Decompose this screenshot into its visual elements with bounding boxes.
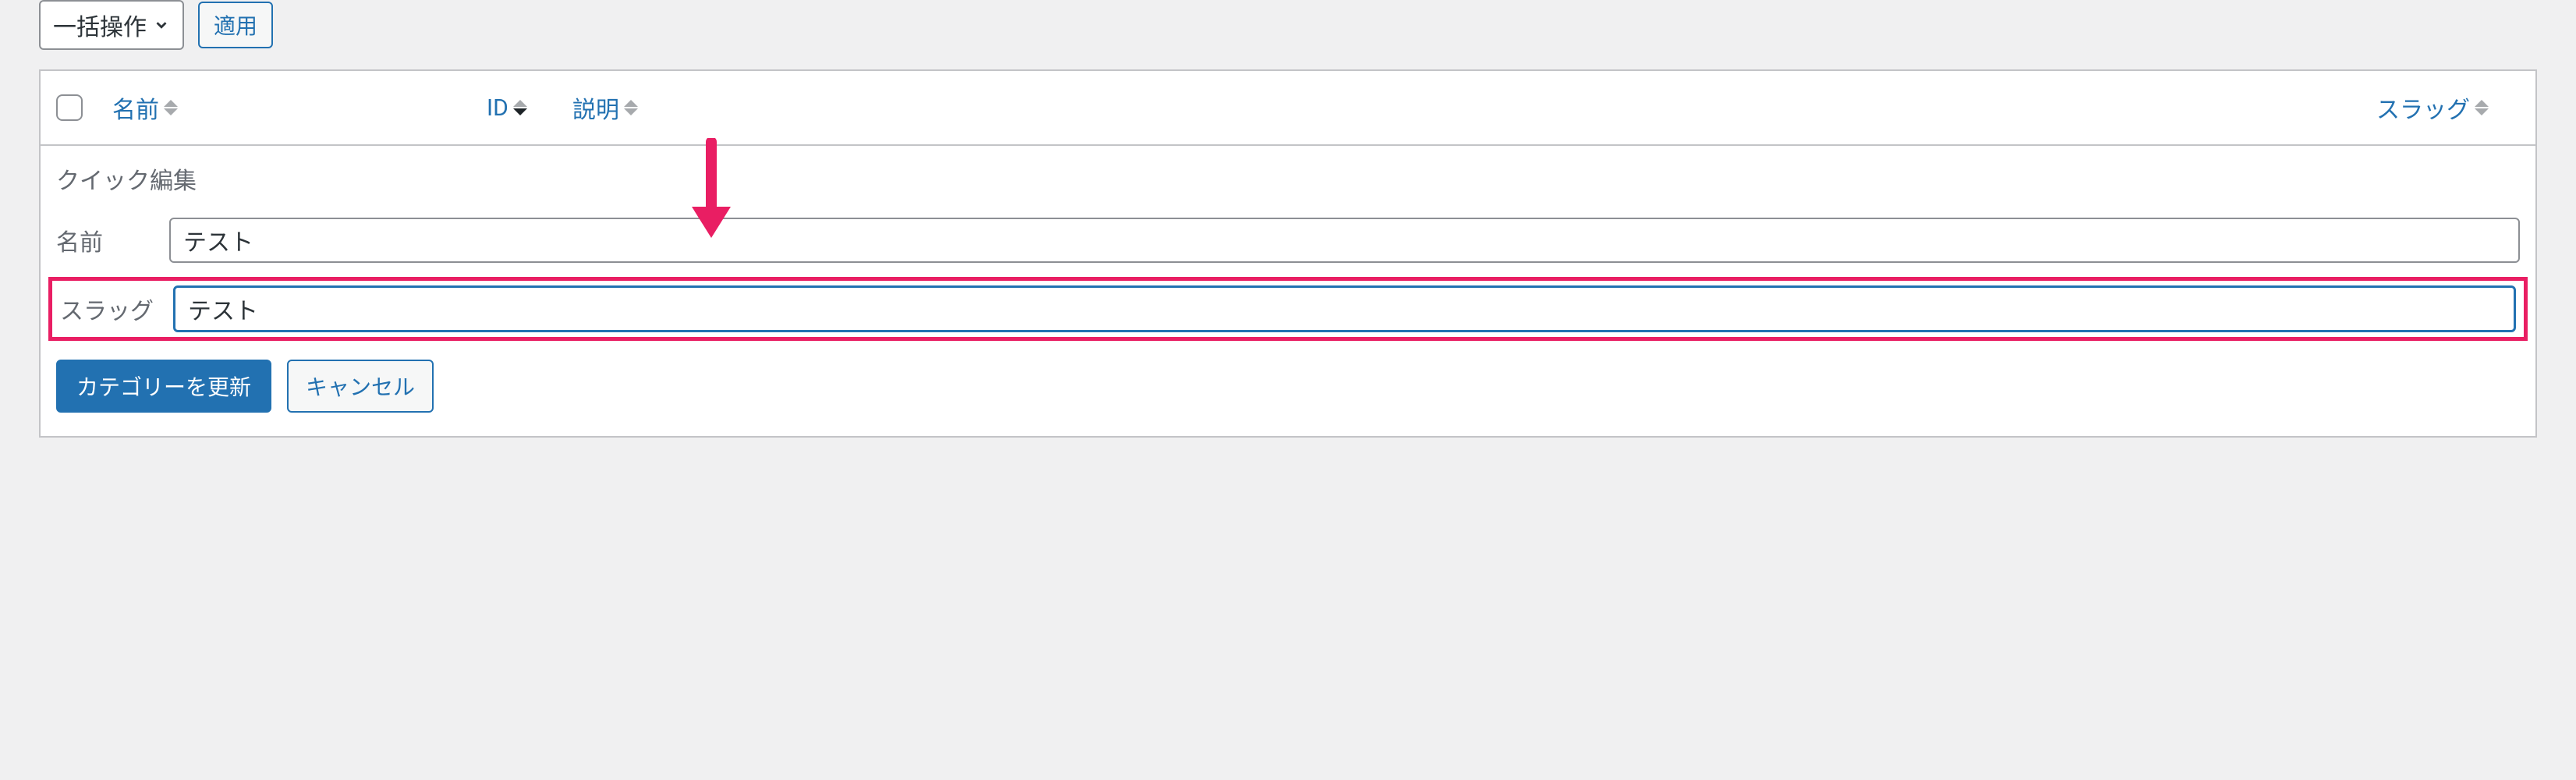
column-header-slug[interactable]: スラッグ bbox=[2376, 90, 2520, 125]
select-all-checkbox[interactable] bbox=[56, 94, 83, 121]
sort-icon bbox=[513, 99, 527, 116]
chevron-down-icon bbox=[153, 16, 170, 34]
column-header-description[interactable]: 説明 bbox=[572, 90, 962, 125]
cancel-button[interactable]: キャンセル bbox=[287, 360, 434, 413]
column-id-label: ID bbox=[487, 94, 508, 122]
column-header-name[interactable]: 名前 bbox=[112, 90, 487, 125]
bulk-action-label: 一括操作 bbox=[53, 8, 147, 42]
bulk-action-toolbar: 一括操作 適用 bbox=[39, 0, 2537, 50]
quick-edit-panel: クイック編集 名前 スラッグ カテゴリーを更新 キャンセル bbox=[41, 146, 2535, 438]
quick-edit-title: クイック編集 bbox=[56, 161, 2520, 196]
sort-icon bbox=[624, 99, 638, 116]
update-category-button[interactable]: カテゴリーを更新 bbox=[56, 360, 271, 413]
name-field-row: 名前 bbox=[56, 218, 2520, 263]
name-input[interactable] bbox=[169, 218, 2520, 263]
name-label: 名前 bbox=[56, 223, 169, 257]
sort-icon bbox=[164, 99, 178, 116]
quick-edit-button-row: カテゴリーを更新 キャンセル bbox=[56, 360, 2520, 413]
slug-label: スラッグ bbox=[60, 292, 173, 326]
apply-button[interactable]: 適用 bbox=[198, 2, 273, 48]
category-table: 名前 ID 説明 スラッグ bbox=[39, 69, 2537, 438]
slug-input[interactable] bbox=[173, 285, 2516, 332]
table-header-row: 名前 ID 説明 スラッグ bbox=[41, 71, 2535, 146]
column-description-label: 説明 bbox=[572, 90, 619, 125]
column-header-id[interactable]: ID bbox=[487, 94, 565, 122]
sort-icon bbox=[2475, 99, 2489, 116]
column-slug-label: スラッグ bbox=[2376, 90, 2470, 125]
bulk-action-select[interactable]: 一括操作 bbox=[39, 0, 184, 50]
slug-field-row-highlighted: スラッグ bbox=[48, 277, 2528, 341]
column-name-label: 名前 bbox=[112, 90, 159, 125]
